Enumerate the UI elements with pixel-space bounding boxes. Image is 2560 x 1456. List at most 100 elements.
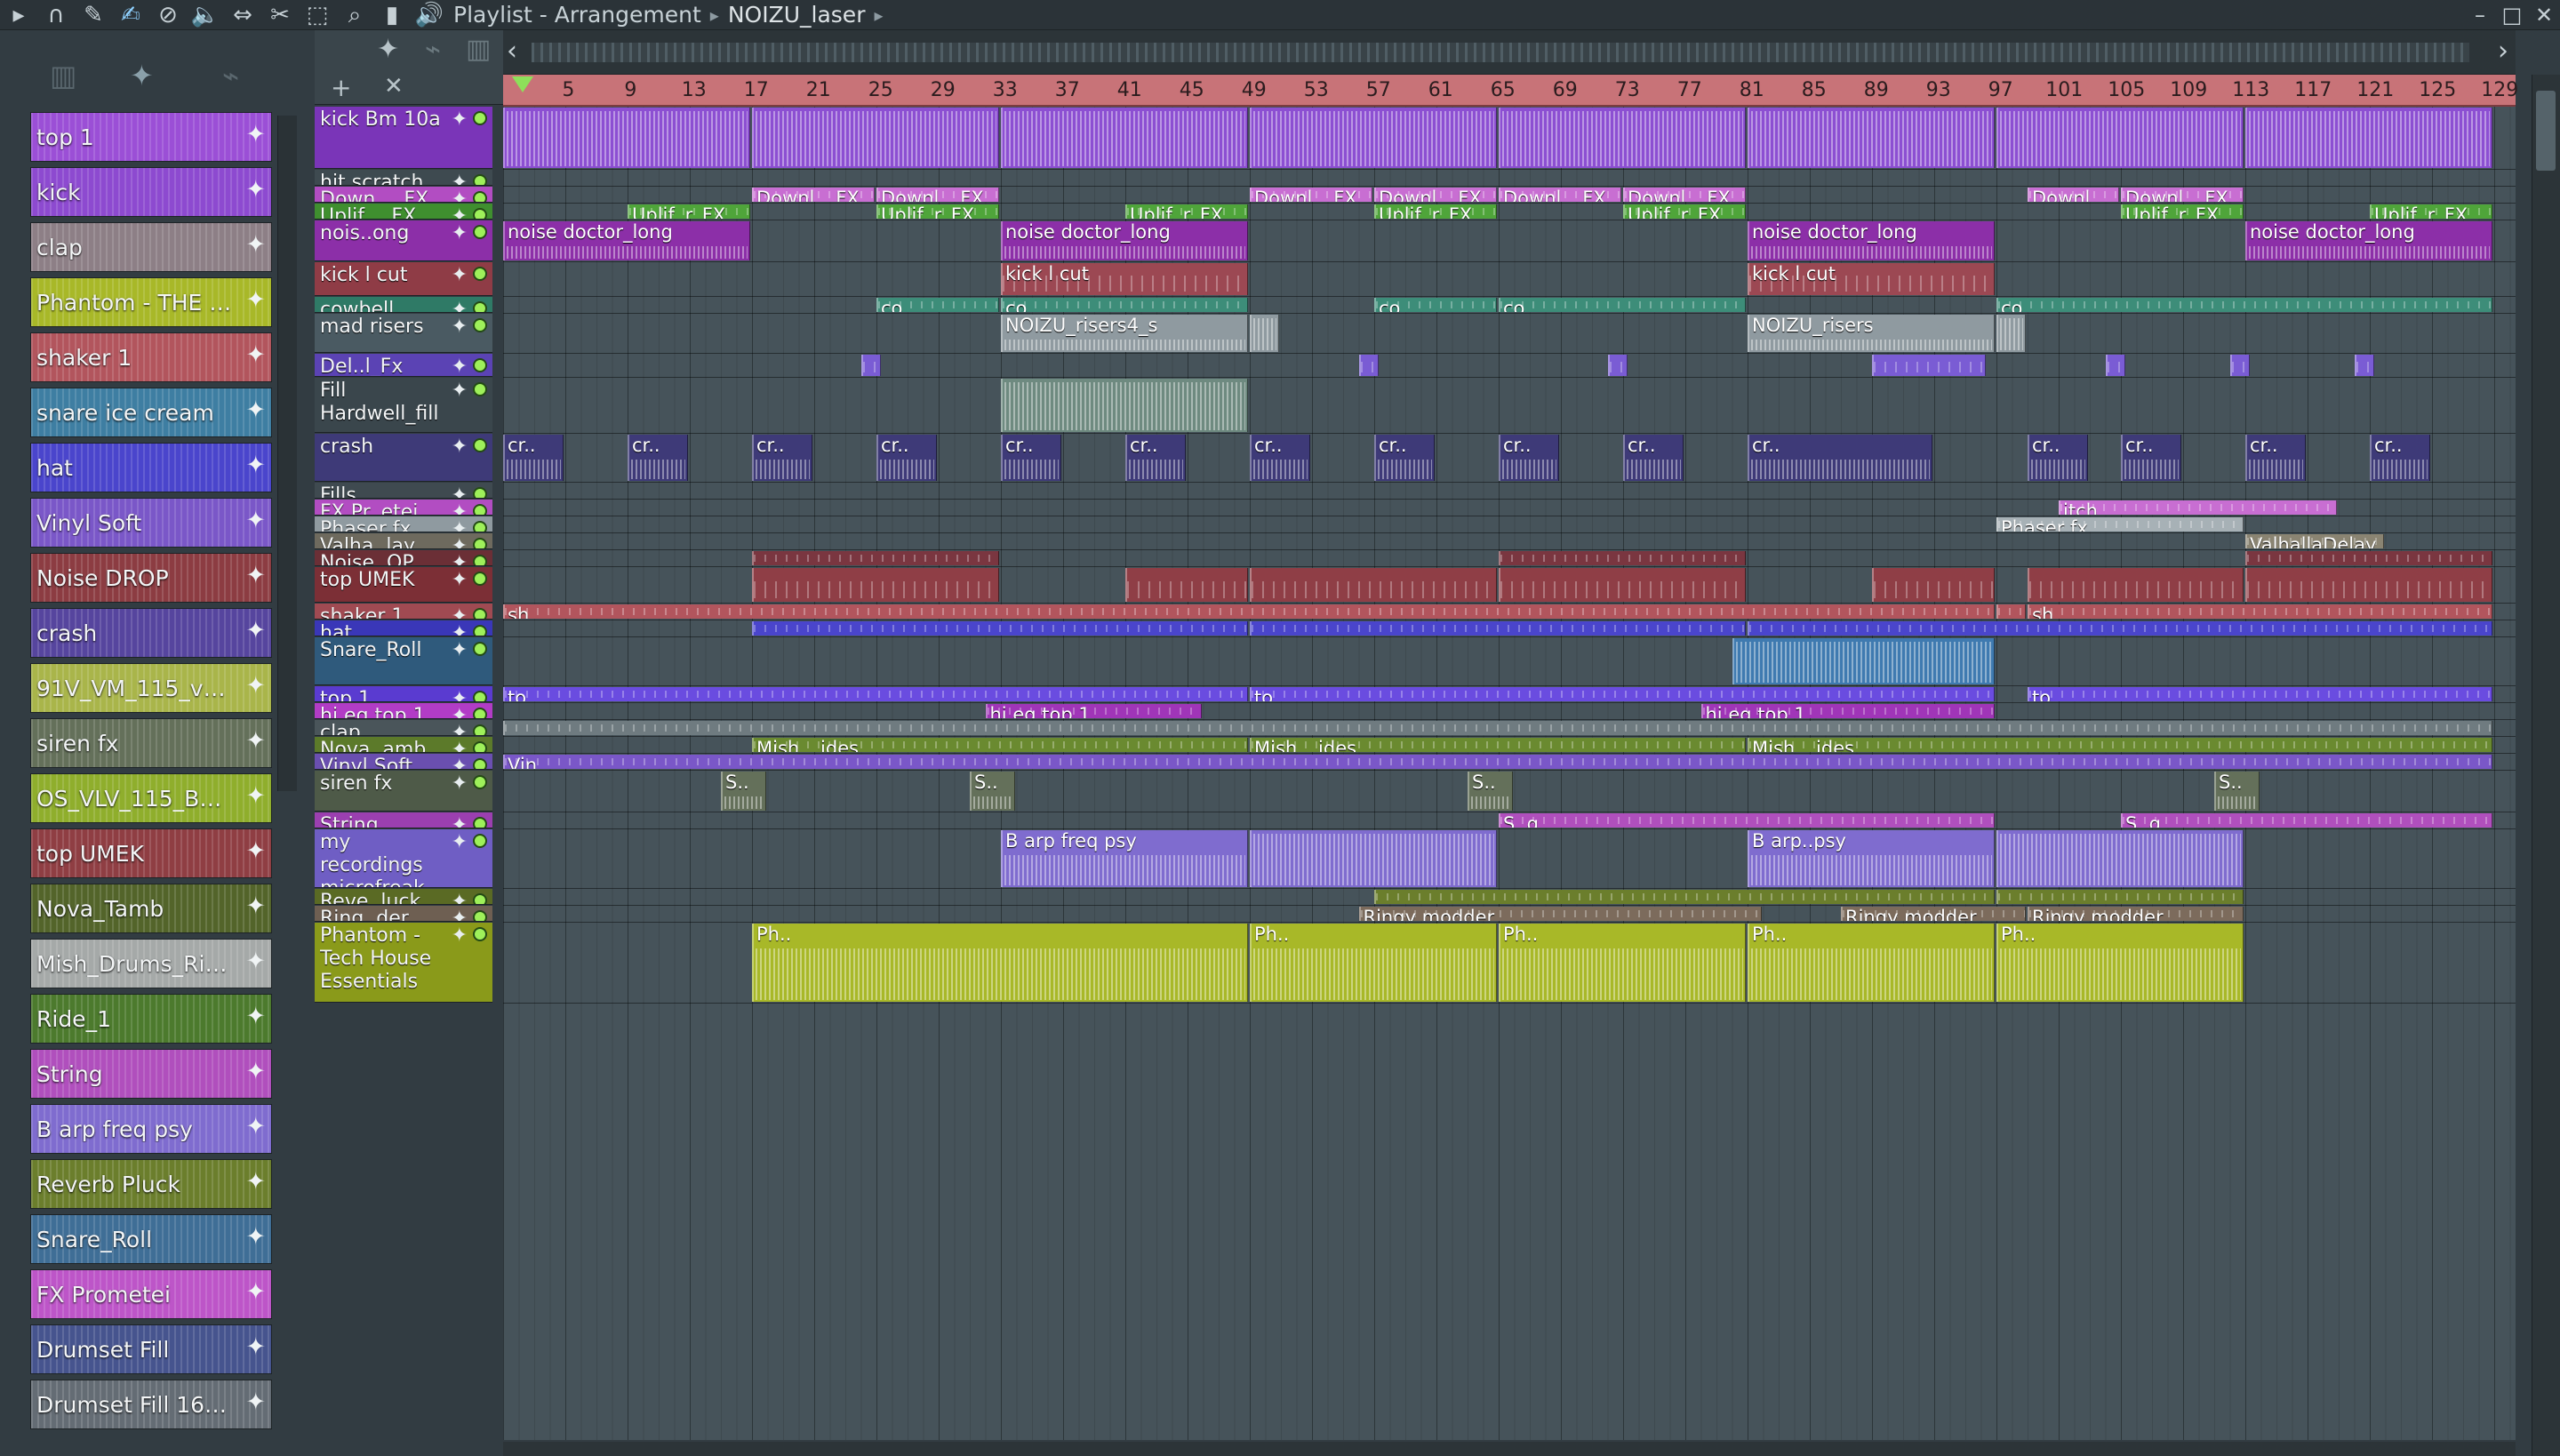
clip[interactable]: cr..: [1499, 435, 1559, 481]
track-mute-led[interactable]: [473, 758, 487, 769]
track-mute-led[interactable]: [473, 318, 487, 332]
clip[interactable]: Uplif..r_FX_: [628, 204, 750, 219]
track-grip-icon[interactable]: ✦: [452, 639, 468, 661]
track-lane[interactable]: S.. S.. S.. S..: [503, 772, 2516, 811]
clip[interactable]: [2245, 551, 2492, 565]
track-header[interactable]: Phantom - Tech House Essentials ✦: [315, 923, 492, 1003]
track-header[interactable]: Fill Hardwell_fill ✦: [315, 378, 492, 433]
clip[interactable]: [1499, 551, 1746, 565]
clip[interactable]: Ringy modder: [1358, 907, 1762, 921]
track-lane[interactable]: [503, 355, 2516, 376]
track-lane[interactable]: itch: [503, 500, 2516, 515]
song-overview[interactable]: ‹ ›: [503, 30, 2516, 75]
clip[interactable]: [2105, 355, 2125, 376]
track-mute-led[interactable]: [473, 521, 487, 532]
playback-tool-icon[interactable]: ▮: [373, 0, 411, 30]
track-mute-led[interactable]: [473, 724, 487, 735]
track-header[interactable]: nois..ong ✦: [315, 220, 492, 261]
clip[interactable]: [503, 721, 2492, 735]
clip[interactable]: B arp freq psy: [1001, 830, 1248, 887]
track-mute-led[interactable]: [473, 834, 487, 848]
track-mute-led[interactable]: [473, 225, 487, 239]
play-arrow-icon[interactable]: ▸: [0, 0, 37, 30]
slip-tool-icon[interactable]: ⇔: [224, 0, 261, 30]
track-mute-led[interactable]: [473, 910, 487, 921]
clip[interactable]: S..: [970, 772, 1015, 811]
pattern-item[interactable]: Mish_Drums_Rides ✦: [30, 939, 272, 988]
add-track-icon[interactable]: +: [331, 73, 351, 102]
track-lane[interactable]: B arp freq psy B arp..psy: [503, 830, 2516, 887]
track-lane[interactable]: Downl.._FX Downl.._FX Downl.._FX Downl.._FX…: [503, 188, 2516, 202]
clip[interactable]: to..: [503, 687, 1248, 701]
track-mute-led[interactable]: [473, 267, 487, 281]
track-grip-icon[interactable]: ✦: [452, 622, 468, 636]
track-grip-icon[interactable]: ✦: [452, 605, 468, 619]
clip[interactable]: [1250, 108, 1497, 168]
clip[interactable]: [860, 355, 881, 376]
picker-mode-icon[interactable]: ▥: [50, 59, 76, 92]
track-lane[interactable]: hi eq top 1 hi eq top 1: [503, 704, 2516, 718]
clip[interactable]: S..g: [2121, 813, 2492, 828]
track-lane[interactable]: [503, 551, 2516, 565]
clip[interactable]: [752, 108, 999, 168]
track-lane[interactable]: Vin..: [503, 755, 2516, 769]
track-grip-icon[interactable]: ✦: [452, 814, 468, 828]
pattern-item[interactable]: Phantom - THE Bass... ✦: [30, 277, 272, 327]
clip[interactable]: Ph..: [1250, 924, 1497, 1002]
track-lane[interactable]: ValhallaDelay: [503, 534, 2516, 548]
clip[interactable]: [1250, 568, 1497, 602]
track-grip-icon[interactable]: ✦: [452, 518, 468, 532]
clip[interactable]: [1996, 315, 2026, 352]
clip[interactable]: [1001, 108, 1248, 168]
clip[interactable]: hi eq top 1: [1700, 704, 1995, 718]
pattern-item[interactable]: String ✦: [30, 1049, 272, 1099]
pattern-item[interactable]: Drumset Fill 16 - 11A ✦: [30, 1380, 272, 1429]
clip[interactable]: Ph..: [752, 924, 1248, 1002]
clip[interactable]: [1748, 108, 1995, 168]
track-header[interactable]: Noise..OP ✦: [315, 550, 492, 566]
pattern-item[interactable]: shaker 1 ✦: [30, 332, 272, 382]
clip[interactable]: [2245, 108, 2492, 168]
track-lane[interactable]: [503, 638, 2516, 684]
clip[interactable]: Ph..: [1748, 924, 1995, 1002]
clip[interactable]: co..: [1499, 298, 1746, 312]
clip[interactable]: Uplif..r_FX_: [2121, 204, 2244, 219]
clip-tool-icon[interactable]: ⌁: [425, 34, 441, 65]
clip[interactable]: co..: [876, 298, 999, 312]
clip[interactable]: cr..: [2370, 435, 2430, 481]
clip[interactable]: Downl..: [2028, 188, 2119, 202]
clip[interactable]: kick l cut: [1748, 263, 1995, 295]
zoom-tool-icon[interactable]: ⌕: [336, 0, 373, 30]
clip[interactable]: noise doctor_long: [503, 221, 750, 260]
pattern-item[interactable]: Vinyl Soft ✦: [30, 498, 272, 548]
close-icon[interactable]: ✕: [2528, 3, 2560, 28]
track-grip-icon[interactable]: ✦: [452, 891, 468, 904]
clip[interactable]: noise doctor_long: [1748, 221, 1995, 260]
pattern-item[interactable]: crash ✦: [30, 608, 272, 658]
arrangement-grid[interactable]: Downl.._FX Downl.._FX Downl.._FX Downl.._FX…: [503, 107, 2516, 1440]
clip[interactable]: Downl.._FX: [1374, 188, 1497, 202]
track-lane[interactable]: S..g S..g: [503, 813, 2516, 828]
clip[interactable]: [752, 551, 999, 565]
track-header[interactable]: kick Bm 10a ✦: [315, 107, 492, 169]
clip[interactable]: Ph..: [1996, 924, 2244, 1002]
track-header[interactable]: top UMEK ✦: [315, 567, 492, 603]
track-header[interactable]: String ✦: [315, 812, 492, 828]
clip[interactable]: Downl.._FX: [1499, 188, 1621, 202]
pattern-item[interactable]: B arp freq psy ✦: [30, 1104, 272, 1154]
track-header[interactable]: clap ✦: [315, 720, 492, 736]
track-grip-icon[interactable]: ✦: [452, 569, 468, 591]
track-mute-led[interactable]: [473, 708, 487, 718]
clip[interactable]: cr..: [1250, 435, 1310, 481]
track-grip-icon[interactable]: ✦: [452, 772, 468, 795]
track-header[interactable]: Phaser fx ✦: [315, 516, 492, 532]
clip[interactable]: [1358, 355, 1379, 376]
pattern-item[interactable]: top UMEK ✦: [30, 828, 272, 878]
clip[interactable]: [1996, 890, 2244, 904]
minimize-icon[interactable]: –: [2464, 3, 2496, 28]
clip[interactable]: Uplif..r_FX_: [1125, 204, 1248, 219]
clip[interactable]: cr..: [752, 435, 812, 481]
track-grip-icon[interactable]: ✦: [452, 484, 468, 498]
track-mute-led[interactable]: [473, 775, 487, 789]
clip[interactable]: Phaser fx: [1996, 517, 2244, 532]
